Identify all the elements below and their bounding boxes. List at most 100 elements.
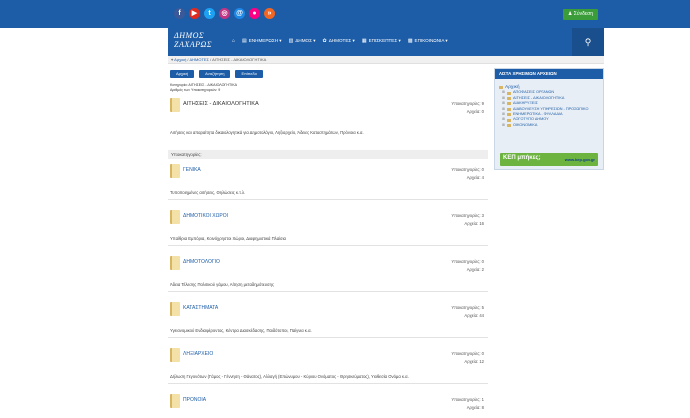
home-button[interactable]: Αρχική — [170, 70, 195, 78]
folder-icon — [170, 348, 180, 362]
folder-icon — [170, 256, 180, 270]
subcat-count: Υποκατηγορίες: 1 — [451, 397, 484, 402]
nav-item[interactable]: ▩ ΕΠΙΚΟΙΝΩΝΙΑ ▾ — [408, 38, 448, 44]
menu-icon: ▩ — [407, 38, 413, 44]
login-label: Σύνδεση — [573, 11, 593, 17]
logo-line-2: ΖΑΧΑΡΩΣ — [174, 40, 213, 49]
folder-icon — [170, 302, 180, 316]
nav-item[interactable]: ✿ ΔΗΜΟΤΕΣ ▾ — [323, 38, 355, 44]
subcategory-desc: Τυποποιημένες αιτήσεις, Θηλώσεις κ.τ.λ. — [170, 190, 246, 195]
meta-subcount: Αριθμός των Υποκατηγοριών: 9 — [170, 88, 221, 92]
tree-item[interactable]: ⊞ ΟΙΚΟΝΟΜΙΚΑ — [499, 123, 588, 128]
nav-item[interactable]: ▤ ΕΝΗΜΕΡΩΣΗ ▾ — [242, 38, 282, 44]
youtube-icon[interactable]: ▶ — [189, 8, 200, 19]
file-tree: Αρχική ⊞ ΑΠΟΦΑΣΕΙΣ ΟΡΓΑΝΩΝ ⊞ ΑΙΤΗΣΕΙΣ - ΔΙΚ… — [499, 85, 588, 128]
folder-icon — [499, 86, 503, 90]
main-category-title: ΑΙΤΗΣΕΙΣ - ΔΙΚΑΙΟΛΟΓΗΤΙΚΑ — [183, 101, 259, 107]
divider — [168, 337, 488, 338]
subcategory-counts: Υποκατηγορίες: 1 Αρχεία: 8 — [451, 396, 484, 412]
main-subcat-count: Υποκατηγορίες: 9 — [451, 101, 484, 106]
divider — [168, 245, 488, 246]
subcategories-header: Υποκατηγορίες: — [168, 150, 488, 159]
subcategory-counts: Υποκατηγορίες: 0 Αρχεία: 4 — [451, 166, 484, 182]
subcategory-title[interactable]: ΚΑΤΑΣΤΗΜΑΤΑ — [183, 305, 218, 311]
subcat-count: Υποκατηγορίες: 5 — [451, 305, 484, 310]
subcat-count: Υποκατηγορίες: 0 — [451, 351, 484, 356]
subcategory-desc: Υγειονομικού Ενδιαφέροντος, Κέντρα Διασκ… — [170, 328, 312, 333]
nav-label: ΕΠΙΣΚΕΠΤΕΣ ▾ — [368, 38, 401, 43]
site-logo[interactable]: ΔΗΜΟΣ ΖΑΧΑΡΩΣ — [174, 31, 226, 53]
divider — [168, 383, 488, 384]
menu-icon: ✿ — [322, 38, 327, 44]
file-count: Αρχεία: 16 — [464, 221, 484, 226]
nav-label: ΕΠΙΚΟΙΝΩΝΙΑ ▾ — [414, 38, 448, 43]
menu-icon: ▥ — [288, 38, 294, 44]
nav-item[interactable]: ▦ ΕΠΙΣΚΕΠΤΕΣ ▾ — [362, 38, 401, 44]
file-count: Αρχεία: 12 — [464, 359, 484, 364]
breadcrumb-dimotes[interactable]: ΔΗΜΟΤΕΣ — [189, 57, 209, 62]
subcategory-title[interactable]: ΔΗΜΟΤΙΚΟΙ ΧΩΡΟΙ — [183, 213, 228, 219]
nav-label: ΕΝΗΜΕΡΩΣΗ ▾ — [248, 38, 282, 43]
subcat-count: Υποκατηγορίες: 0 — [451, 167, 484, 172]
logo-line-1: ΔΗΜΟΣ — [174, 31, 205, 40]
subcategory-title[interactable]: ΓΕΝΙΚΑ — [183, 167, 201, 173]
subcategory-title[interactable]: ΔΗΜΟΤΟΛΟΓΙΟ — [183, 259, 220, 265]
instagram-icon[interactable]: ◎ — [219, 8, 230, 19]
main-file-count: Αρχεία: 0 — [466, 109, 484, 114]
kep-banner[interactable]: ΚΕΠ μπήκες; www.kep.gov.gr — [500, 153, 598, 166]
nav-home[interactable]: ⌂ — [232, 38, 235, 44]
top-bar: f ▶ t ◎ @ ● » ♟ Σύνδεση — [0, 0, 690, 28]
subcategory-counts: Υποκατηγορίες: 5 Αρχεία: 44 — [451, 304, 484, 320]
search-icon[interactable]: ⚲ — [572, 28, 604, 56]
sidebar-title: ΛΙΣΤΑ ΧΡΗΣΙΜΩΝ ΑΡΧΕΙΩΝ — [495, 69, 603, 79]
file-count: Αρχεία: 8 — [466, 405, 484, 410]
main-category-desc: Αιτήσεις και απαραίτητα δικαιολογητικά γ… — [170, 130, 364, 135]
menu-icon: ▤ — [242, 38, 247, 44]
subcategory-counts: Υποκατηγορίες: 0 Αρχεία: 12 — [451, 350, 484, 366]
home-icon: ⌂ — [232, 38, 236, 44]
top-bar-inner: f ▶ t ◎ @ ● » ♟ Σύνδεση — [168, 0, 604, 28]
expand-icon[interactable]: ⊞ — [502, 123, 505, 128]
subcategory-title[interactable]: ΠΡΟΝΟΙΑ — [183, 397, 206, 403]
nav-label: ΔΗΜΟΣ ▾ — [295, 38, 316, 43]
breadcrumb-current: ΑΙΤΗΣΕΙΣ - ΔΙΚΑΙΟΛΟΓΗΤΙΚΑ — [212, 57, 267, 62]
email-icon[interactable]: @ — [234, 8, 245, 19]
level-button[interactable]: Επίπεδο — [235, 70, 263, 78]
nav-label: ΔΗΜΟΤΕΣ ▾ — [328, 38, 355, 43]
subcategory-counts: Υποκατηγορίες: 0 Αρχεία: 2 — [451, 258, 484, 274]
breadcrumb-home[interactable]: Αρχική — [174, 57, 186, 62]
subcategory-desc: Υπαίθρια Εμπόρια, Κοινόχρηστοι Χώροι, Δι… — [170, 236, 286, 241]
folder-icon — [170, 394, 180, 408]
subcat-count: Υποκατηγορίες: 0 — [451, 259, 484, 264]
folder-icon — [507, 113, 511, 117]
kep-banner-title: ΚΕΠ μπήκες; — [503, 155, 541, 161]
nav-item[interactable]: ▥ ΔΗΜΟΣ ▾ — [289, 38, 316, 44]
main-navbar: ΔΗΜΟΣ ΖΑΧΑΡΩΣ ⌂ ▤ ΕΝΗΜΕΡΩΣΗ ▾ ▥ ΔΗΜΟΣ ▾ ✿ ΔΗΜΟ… — [168, 28, 604, 56]
subcategory-title[interactable]: ΛΗΞΙΑΡΧΕΙΟ — [183, 351, 213, 357]
folder-icon — [507, 91, 511, 95]
subcat-count: Υποκατηγορίες: 3 — [451, 213, 484, 218]
search-button[interactable]: Αναζήτηση — [199, 70, 231, 78]
flickr-icon[interactable]: ● — [249, 8, 260, 19]
rss-icon[interactable]: » — [264, 8, 275, 19]
main-content: Αρχική Αναζήτηση Επίπεδο Κατηγορία: ΑΙΤΗ… — [168, 68, 488, 418]
folder-icon — [507, 107, 511, 111]
social-links: f ▶ t ◎ @ ● » — [174, 8, 275, 19]
folder-icon — [507, 102, 511, 106]
files-sidebar: ΛΙΣΤΑ ΧΡΗΣΙΜΩΝ ΑΡΧΕΙΩΝ Αρχική ⊞ ΑΠΟΦΑΣΕΙΣ… — [494, 68, 604, 170]
category-meta: Κατηγορία: ΑΙΤΗΣΕΙΣ - ΔΙΚΑΙΟΛΟΓΗΤΙΚΑ Αρι… — [170, 83, 237, 93]
file-count: Αρχεία: 4 — [466, 175, 484, 180]
login-button[interactable]: ♟ Σύνδεση — [562, 9, 598, 20]
folder-icon — [170, 210, 180, 224]
tree-items: ⊞ ΑΠΟΦΑΣΕΙΣ ΟΡΓΑΝΩΝ ⊞ ΑΙΤΗΣΕΙΣ - ΔΙΚΑΙΟΛΟΓΗ… — [499, 90, 588, 128]
main-category-counts: Υποκατηγορίες: 9 Αρχεία: 0 — [451, 100, 484, 116]
action-buttons: Αρχική Αναζήτηση Επίπεδο — [170, 70, 263, 78]
twitter-icon[interactable]: t — [204, 8, 215, 19]
folder-icon — [170, 164, 180, 178]
subcategory-counts: Υποκατηγορίες: 3 Αρχεία: 16 — [451, 212, 484, 228]
kep-banner-url: www.kep.gov.gr — [564, 157, 595, 162]
subcategory-desc: Άδεια Τέλεσης Πολιτικού γάμου, Αίτηση με… — [170, 282, 274, 287]
folder-icon — [170, 98, 180, 112]
file-count: Αρχεία: 2 — [466, 267, 484, 272]
facebook-icon[interactable]: f — [174, 8, 185, 19]
